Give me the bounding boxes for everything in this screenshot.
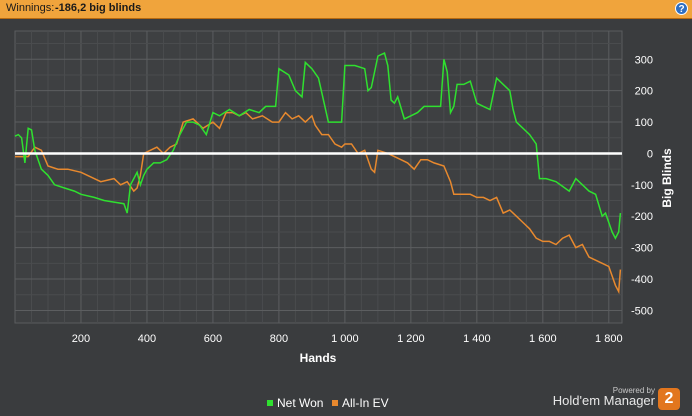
y-tick-label: -500 <box>631 305 653 317</box>
legend-swatch-all-in-ev <box>332 400 338 406</box>
y-tick-label: -400 <box>631 274 653 286</box>
x-axis-title: Hands <box>300 351 337 365</box>
legend-swatch-net-won <box>267 400 273 406</box>
hm2-logo-icon: 2 <box>658 388 680 410</box>
x-tick-label: 600 <box>204 333 222 345</box>
legend: Net Won All-In EV <box>267 396 389 410</box>
x-axis-ticks: 200 400 600 800 1 000 1 200 1 400 1 600 1 800 <box>72 333 623 345</box>
y-tick-label: -300 <box>631 243 653 255</box>
y-axis-ticks: 300 200 100 0 -100 -200 -300 -400 -500 <box>631 54 653 317</box>
product-name: Hold'em Manager <box>552 393 655 408</box>
y-tick-label: 100 <box>635 117 653 129</box>
x-tick-label: 1 400 <box>463 333 491 345</box>
x-tick-label: 1 000 <box>331 333 359 345</box>
x-tick-label: 400 <box>138 333 156 345</box>
y-tick-label: -200 <box>631 211 653 223</box>
y-tick-label: -100 <box>631 180 653 192</box>
y-tick-label: 0 <box>647 148 653 160</box>
x-tick-label: 800 <box>270 333 288 345</box>
y-axis-title: Big Blinds <box>660 148 674 208</box>
y-tick-label: 200 <box>635 86 653 98</box>
x-tick-label: 200 <box>72 333 90 345</box>
x-tick-label: 1 800 <box>595 333 623 345</box>
y-tick-label: 300 <box>635 54 653 66</box>
winnings-chart: 200 400 600 800 1 000 1 200 1 400 1 600 1 800 30… <box>14 30 674 410</box>
legend-label-net-won: Net Won <box>277 396 323 410</box>
x-tick-label: 1 200 <box>397 333 425 345</box>
legend-label-all-in-ev: All-In EV <box>342 396 389 410</box>
x-tick-label: 1 600 <box>529 333 557 345</box>
